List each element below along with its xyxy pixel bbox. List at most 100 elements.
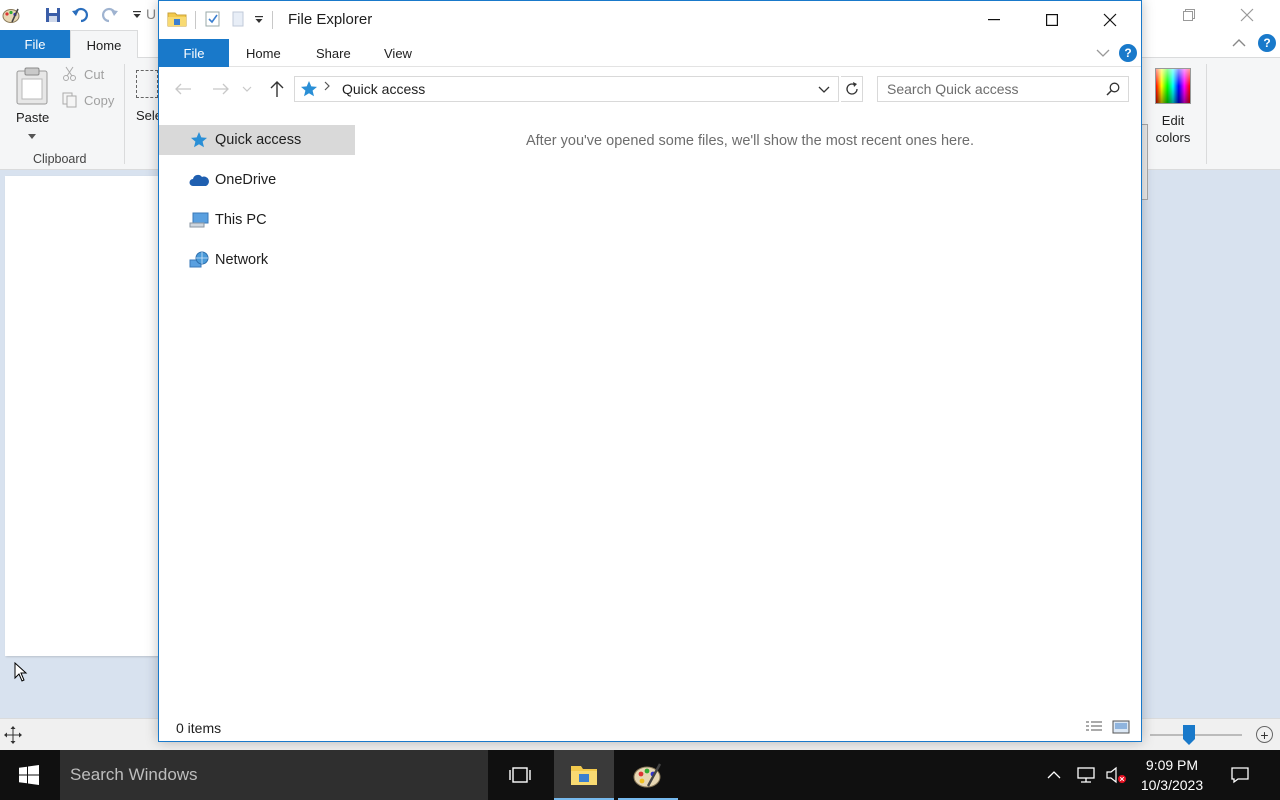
new-folder-icon[interactable] <box>230 10 246 31</box>
zoom-slider-thumb[interactable] <box>1183 725 1195 745</box>
details-view-button[interactable] <box>1084 718 1104 736</box>
mouse-cursor-icon <box>14 661 28 685</box>
explorer-titlebar[interactable]: File Explorer <box>159 1 1141 39</box>
properties-icon[interactable] <box>204 10 222 31</box>
large-icons-view-icon <box>1112 720 1130 734</box>
folder-app-icon[interactable] <box>167 10 187 31</box>
explorer-status-bar: 0 items <box>159 715 1141 741</box>
expand-ribbon-icon[interactable] <box>1095 45 1111 61</box>
nav-item-this-pc[interactable]: This PC <box>159 205 355 235</box>
customize-qat-icon[interactable] <box>254 13 264 28</box>
item-count: 0 items <box>176 720 222 736</box>
paint-close-button[interactable] <box>1218 0 1276 30</box>
taskbar-search[interactable] <box>60 750 488 800</box>
clipboard-icon <box>16 67 48 105</box>
paste-label: Paste <box>16 110 50 125</box>
color-spectrum-icon <box>1155 68 1191 104</box>
paint-quick-access-toolbar <box>0 4 146 26</box>
ribbon-divider <box>124 64 125 164</box>
task-view-button[interactable] <box>490 750 550 800</box>
paint-restore-button[interactable] <box>1160 0 1218 30</box>
nav-item-network[interactable]: Network <box>159 245 355 275</box>
arrow-up-icon <box>270 81 284 97</box>
back-button[interactable] <box>171 79 195 99</box>
zoom-slider-track[interactable] <box>1150 734 1242 736</box>
close-button[interactable] <box>1081 1 1139 39</box>
paste-dropdown-icon[interactable] <box>28 128 36 143</box>
edit-colors-label: Edit colors <box>1155 113 1191 145</box>
select-icon[interactable] <box>136 70 158 98</box>
cut-button[interactable]: Cut <box>62 66 104 82</box>
action-center-button[interactable] <box>1222 750 1258 800</box>
breadcrumb-chevron-icon[interactable] <box>323 80 331 95</box>
forward-button[interactable] <box>209 79 233 99</box>
copy-label: Copy <box>84 92 115 108</box>
taskbar-file-explorer[interactable] <box>554 750 614 800</box>
maximize-button[interactable] <box>1023 1 1081 39</box>
tab-file[interactable]: File <box>159 39 229 67</box>
maximize-icon <box>1046 14 1058 26</box>
chevron-up-icon <box>1047 771 1061 779</box>
toolbar-divider <box>272 11 273 29</box>
network-tray-button[interactable] <box>1072 750 1100 800</box>
arrow-left-icon <box>175 83 191 95</box>
taskbar-clock[interactable]: 9:09 PM 10/3/2023 <box>1132 755 1212 795</box>
nav-item-onedrive[interactable]: OneDrive <box>159 165 355 195</box>
search-box[interactable] <box>877 76 1129 102</box>
customize-qat-icon[interactable] <box>128 6 146 24</box>
paste-button[interactable] <box>12 66 52 109</box>
up-button[interactable] <box>265 79 289 99</box>
nav-item-quick-access[interactable]: Quick access <box>159 125 355 155</box>
taskbar-paint[interactable] <box>618 750 678 800</box>
address-dropdown-icon[interactable] <box>818 82 830 97</box>
window-title: File Explorer <box>288 11 373 28</box>
move-icon <box>4 726 22 747</box>
recent-locations-button[interactable] <box>240 79 254 99</box>
paint-collapse-ribbon-icon[interactable] <box>1232 36 1246 51</box>
taskbar-search-input[interactable] <box>70 765 470 785</box>
navigation-pane: Quick access OneDrive This PC Network <box>159 125 355 285</box>
paint-help-icon[interactable]: ? <box>1258 34 1276 52</box>
help-icon[interactable]: ? <box>1119 44 1137 62</box>
show-hidden-icons-button[interactable] <box>1042 750 1066 800</box>
nav-item-label: OneDrive <box>215 172 277 188</box>
zoom-in-button[interactable]: + <box>1256 726 1273 743</box>
nav-item-label: Quick access <box>215 132 302 148</box>
search-input[interactable] <box>878 77 1098 101</box>
star-icon <box>300 80 318 101</box>
network-status-icon <box>1077 767 1095 783</box>
tab-view[interactable]: View <box>384 39 412 67</box>
scissors-icon <box>63 66 76 81</box>
undo-icon[interactable] <box>72 6 90 24</box>
address-bar[interactable]: Quick access <box>294 76 839 102</box>
chevron-down-icon <box>242 86 252 92</box>
refresh-button[interactable] <box>841 76 863 102</box>
paint-tab-file[interactable]: File <box>0 30 70 58</box>
star-icon <box>189 130 209 150</box>
task-view-icon <box>509 767 531 783</box>
copy-button[interactable]: Copy <box>62 92 114 108</box>
tab-home[interactable]: Home <box>246 39 281 67</box>
paint-app-icon[interactable] <box>2 6 20 24</box>
start-button[interactable] <box>0 750 58 800</box>
paint-title: U <box>146 6 157 22</box>
nav-item-label: Network <box>215 252 269 268</box>
save-icon[interactable] <box>44 6 62 24</box>
edit-colors-button[interactable]: Edit colors <box>1150 64 1196 146</box>
minimize-icon <box>988 19 1000 21</box>
cloud-icon <box>189 170 209 190</box>
search-icon[interactable] <box>1106 82 1120 99</box>
breadcrumb-current[interactable]: Quick access <box>342 81 425 97</box>
redo-icon[interactable] <box>100 6 118 24</box>
paint-canvas[interactable] <box>5 176 165 656</box>
folder-icon <box>571 766 597 785</box>
tab-share[interactable]: Share <box>316 39 351 67</box>
large-icons-view-button[interactable] <box>1111 718 1131 736</box>
volume-tray-button[interactable] <box>1102 750 1130 800</box>
windows-logo-icon <box>19 765 39 785</box>
paint-tab-home[interactable]: Home <box>70 30 138 59</box>
minimize-button[interactable] <box>965 1 1023 39</box>
explorer-ribbon-tabs: File Home Share View ? <box>159 39 1141 67</box>
toolbar-divider <box>195 11 196 29</box>
navigation-bar: Quick access <box>159 67 1141 111</box>
